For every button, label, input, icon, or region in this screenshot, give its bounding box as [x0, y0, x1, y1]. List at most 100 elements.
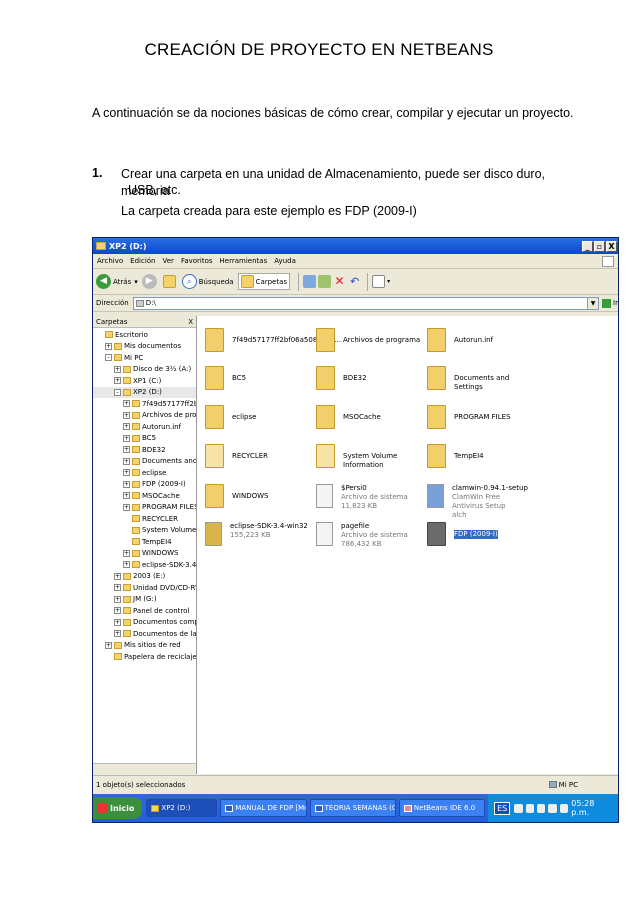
expand-toggle-icon[interactable]: +	[105, 641, 112, 649]
file-item[interactable]: BDE32	[316, 366, 422, 390]
file-item[interactable]: MSOCache	[316, 405, 422, 429]
minimize-button[interactable]: _	[582, 240, 593, 252]
tree-item[interactable]: + BDE32	[93, 444, 196, 456]
window-titlebar[interactable]: XP2 (D:) _ ▫ X	[93, 238, 618, 254]
expand-toggle-icon[interactable]: +	[105, 342, 112, 350]
expand-toggle-icon[interactable]: +	[114, 618, 121, 626]
language-indicator[interactable]: ES	[494, 801, 511, 815]
file-item[interactable]: eclipse	[205, 405, 311, 429]
close-icon[interactable]: X	[188, 318, 193, 326]
tree-item[interactable]: + WINDOWS	[93, 548, 196, 560]
tray-icon[interactable]	[525, 803, 535, 813]
tray-icon[interactable]	[514, 803, 523, 813]
expand-toggle-icon[interactable]: -	[114, 388, 121, 396]
tray-icon[interactable]	[548, 803, 557, 813]
start-button[interactable]: Inicio	[93, 797, 143, 819]
tree-item[interactable]: Escritorio	[93, 329, 196, 341]
file-item[interactable]: 7f49d57177ff2bf06a508c41a...	[205, 328, 341, 352]
file-item[interactable]: RECYCLER	[205, 444, 311, 468]
file-item[interactable]: Documents and Settings	[427, 366, 533, 392]
expand-toggle-icon[interactable]: +	[123, 480, 130, 488]
tree-item[interactable]: + Panel de control	[93, 605, 196, 617]
tree-item[interactable]: - XP2 (D:)	[93, 386, 196, 398]
tree-item[interactable]: + Autorun.inf	[93, 421, 196, 433]
tree-item[interactable]: + Unidad DVD/CD-RW (F:)	[93, 582, 196, 594]
file-item[interactable]: pagefile Archivo de sistema 786,432 KB	[316, 522, 422, 549]
file-item[interactable]: Autorun.inf	[427, 328, 533, 352]
back-button[interactable]: ◀ Atrás ▾	[96, 274, 138, 289]
task-teoria-semanas[interactable]: TEORIA SEMANAS (01-0...	[309, 799, 396, 817]
task-netbeans[interactable]: NetBeans IDE 6.0	[398, 799, 486, 817]
tree-item[interactable]: + eclipse	[93, 467, 196, 479]
tree-item[interactable]: - Mi PC	[93, 352, 196, 364]
search-button[interactable]: ⌕ Búsqueda	[181, 274, 234, 289]
expand-toggle-icon[interactable]: +	[123, 561, 130, 569]
tree-item[interactable]: + Mis documentos	[93, 341, 196, 353]
expand-toggle-icon[interactable]: +	[123, 446, 130, 454]
menu-ver[interactable]: Ver	[163, 257, 174, 265]
views-icon[interactable]	[372, 275, 386, 288]
file-item[interactable]: PROGRAM FILES	[427, 405, 533, 429]
up-folder-button[interactable]	[162, 275, 178, 288]
horizontal-scrollbar[interactable]	[93, 763, 196, 774]
address-dropdown-icon[interactable]: ▼	[587, 297, 599, 309]
address-input[interactable]: D:\ ▼	[132, 296, 600, 310]
expand-toggle-icon[interactable]: +	[114, 595, 121, 603]
tree-item[interactable]: + MSOCache	[93, 490, 196, 502]
expand-toggle-icon[interactable]: +	[123, 469, 130, 477]
file-item[interactable]: $Persi0 Archivo de sistema 11,823 KB	[316, 484, 422, 511]
tree-item[interactable]: + PROGRAM FILES	[93, 502, 196, 514]
expand-toggle-icon[interactable]: +	[114, 630, 121, 638]
close-button[interactable]: X	[606, 240, 617, 252]
menu-archivo[interactable]: Archivo	[97, 257, 123, 265]
task-xp2[interactable]: XP2 (D:)	[146, 799, 218, 817]
file-item[interactable]: Archivos de programa	[316, 328, 422, 352]
expand-toggle-icon[interactable]: +	[123, 549, 130, 557]
tree-item[interactable]: + Archivos de programa	[93, 410, 196, 422]
tree-item[interactable]: + Documentos compartidos	[93, 617, 196, 629]
expand-toggle-icon[interactable]: +	[114, 572, 121, 580]
expand-toggle-icon[interactable]: +	[123, 492, 130, 500]
forward-button[interactable]: ▶	[141, 274, 159, 289]
expand-toggle-icon[interactable]: +	[114, 584, 121, 592]
tree-item[interactable]: + eclipse-SDK-3.4-win32	[93, 559, 196, 571]
expand-toggle-icon[interactable]: +	[114, 365, 121, 373]
move-to-icon[interactable]	[303, 275, 317, 288]
menu-ayuda[interactable]: Ayuda	[274, 257, 296, 265]
expand-toggle-icon[interactable]: +	[123, 503, 130, 511]
tree-item[interactable]: RECYCLER	[93, 513, 196, 525]
tree-item[interactable]: + FDP (2009-I)	[93, 479, 196, 491]
file-item[interactable]: WINDOWS	[205, 484, 311, 508]
file-item[interactable]: FDP (2009-I)	[427, 522, 533, 546]
tree-item[interactable]: +2003 (E:)	[93, 571, 196, 583]
tree-item[interactable]: TempEI4	[93, 536, 196, 548]
tree-item[interactable]: +7f49d57177ff2bf06a508	[93, 398, 196, 410]
file-item[interactable]: TempEI4	[427, 444, 533, 468]
expand-toggle-icon[interactable]: +	[123, 411, 130, 419]
file-item[interactable]: clamwin-0.94.1-setup ClamWin Free Antivir…	[427, 484, 533, 520]
file-item[interactable]: BC5	[205, 366, 311, 390]
tree-item[interactable]: Papelera de reciclaje	[93, 651, 196, 663]
tree-item[interactable]: + Documents and Settings	[93, 456, 196, 468]
menu-herramientas[interactable]: Herramientas	[220, 257, 268, 265]
tree-item[interactable]: + JM (G:)	[93, 594, 196, 606]
expand-toggle-icon[interactable]: +	[123, 423, 130, 431]
expand-toggle-icon[interactable]: +	[114, 377, 121, 385]
copy-to-icon[interactable]	[318, 275, 332, 288]
file-item[interactable]: System Volume Information	[316, 444, 422, 470]
tray-icon[interactable]	[559, 803, 569, 813]
tray-icon[interactable]	[537, 803, 546, 813]
menu-edicion[interactable]: Edición	[130, 257, 155, 265]
maximize-button[interactable]: ▫	[594, 240, 605, 252]
tree-item[interactable]: + Mis sitios de red	[93, 640, 196, 652]
expand-toggle-icon[interactable]: -	[105, 354, 112, 362]
expand-toggle-icon[interactable]: +	[123, 400, 130, 408]
tree-item[interactable]: + XP1 (C:)	[93, 375, 196, 387]
file-item[interactable]: eclipse-SDK-3.4-win32 155,223 KB	[205, 522, 311, 546]
expand-toggle-icon[interactable]: +	[114, 607, 121, 615]
expand-toggle-icon[interactable]: +	[123, 434, 130, 442]
undo-icon[interactable]: ↶	[348, 275, 361, 288]
folders-button[interactable]: Carpetas	[237, 273, 291, 290]
delete-icon[interactable]: ✕	[333, 275, 346, 288]
task-manual-fdp[interactable]: MANUAL DE FDP [Modo ...	[220, 799, 307, 817]
